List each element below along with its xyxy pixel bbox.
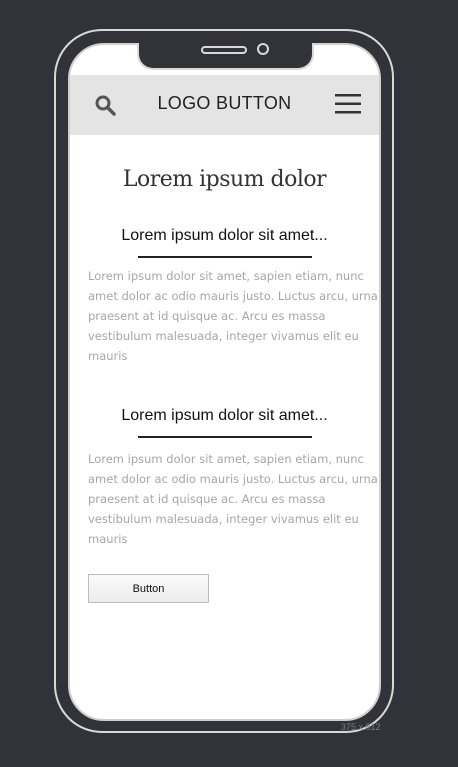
- section-divider: [138, 436, 312, 438]
- section-heading: Lorem ipsum dolor sit amet...: [121, 407, 328, 424]
- action-button[interactable]: Button: [88, 574, 209, 603]
- section-divider: [138, 256, 312, 258]
- phone-notch: [137, 43, 314, 70]
- section-heading: Lorem ipsum dolor sit amet...: [121, 227, 328, 244]
- frame-size-label: 375 x 812: [341, 722, 381, 732]
- app-header: LOGO BUTTON: [70, 75, 379, 135]
- section-body-text: Lorem ipsum dolor sit amet, sapien etiam…: [88, 269, 378, 363]
- menu-button[interactable]: [335, 93, 361, 115]
- phone-screen: LOGO BUTTON Lorem ipsum dolor Lorem ipsu…: [68, 43, 381, 721]
- hamburger-menu-icon: [335, 94, 361, 114]
- logo-button[interactable]: LOGO BUTTON: [70, 93, 379, 114]
- page-title: Lorem ipsum dolor: [122, 167, 327, 192]
- logo-button-label: LOGO BUTTON: [157, 93, 292, 113]
- section-body-text: Lorem ipsum dolor sit amet, sapien etiam…: [88, 452, 378, 546]
- speaker-icon: [201, 46, 247, 54]
- camera-icon: [257, 43, 269, 55]
